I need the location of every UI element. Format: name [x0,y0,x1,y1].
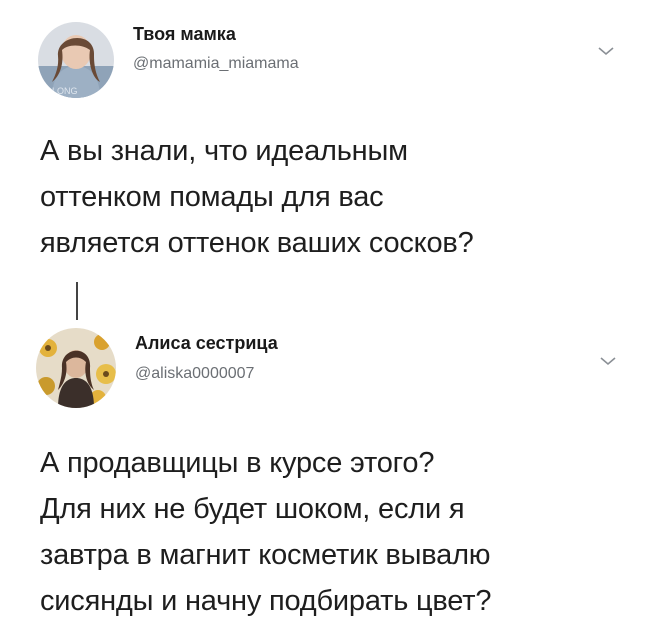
user-handle[interactable]: @mamamia_miamama [133,55,299,73]
tweet-text: А продавщицы в курсе этого? Для них не б… [40,440,650,624]
chevron-down-icon[interactable] [598,354,618,368]
display-name[interactable]: Алиса сестрица [135,333,278,354]
tweet-text-line: А продавщицы в курсе этого? [40,447,435,479]
tweet-reply[interactable]: Алиса сестрица @aliska0000007 А продавщи… [0,290,665,637]
tweet-original[interactable]: LONG Твоя мамка @mamamia_miamama А вы зн… [0,0,665,290]
avatar[interactable]: LONG [38,22,114,98]
tweet-text: А вы знали, что идеальным оттенком помад… [40,128,640,266]
tweet-text-line: является оттенок ваших сосков? [40,227,474,259]
tweet-text-line: А вы знали, что идеальным [40,135,408,167]
chevron-down-icon[interactable] [596,44,616,58]
tweet-text-line: оттенком помады для вас [40,181,384,213]
tweet-text-line: сисянды и начну подбирать цвет? [40,585,492,617]
user-handle[interactable]: @aliska0000007 [135,365,254,383]
tweet-text-line: завтра в магнит косметик вывалю [40,539,491,571]
avatar-photo-icon [36,328,116,408]
display-name[interactable]: Твоя мамка [133,24,236,45]
svg-text:LONG: LONG [52,86,78,96]
avatar-photo-icon: LONG [38,22,114,98]
tweet-text-line: Для них не будет шоком, если я [40,493,465,525]
avatar[interactable] [36,328,116,408]
